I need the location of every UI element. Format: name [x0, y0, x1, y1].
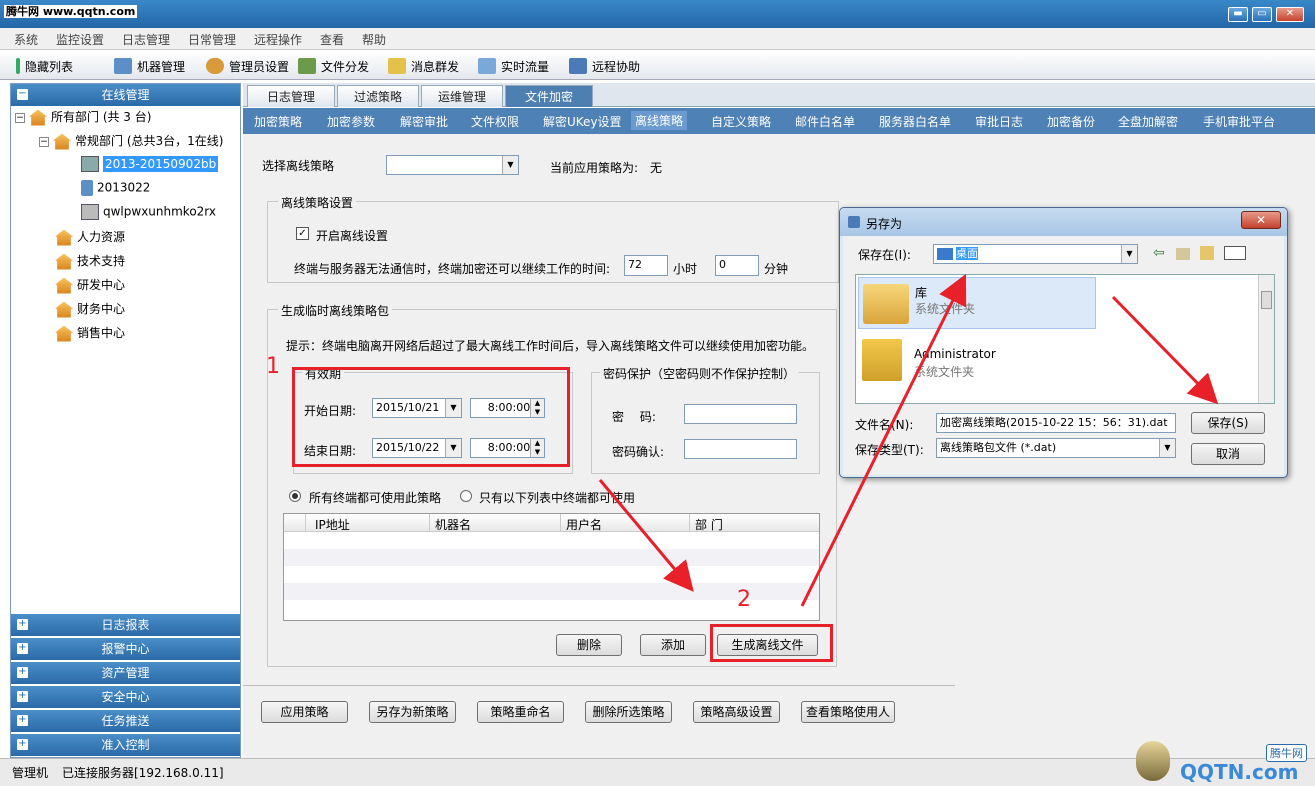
arrow-2-to-3: [800, 273, 967, 607]
arrow-1-to-2: [598, 479, 694, 592]
annotation-arrows: [598, 273, 1219, 607]
arrow-3-to-4: [1111, 295, 1219, 405]
